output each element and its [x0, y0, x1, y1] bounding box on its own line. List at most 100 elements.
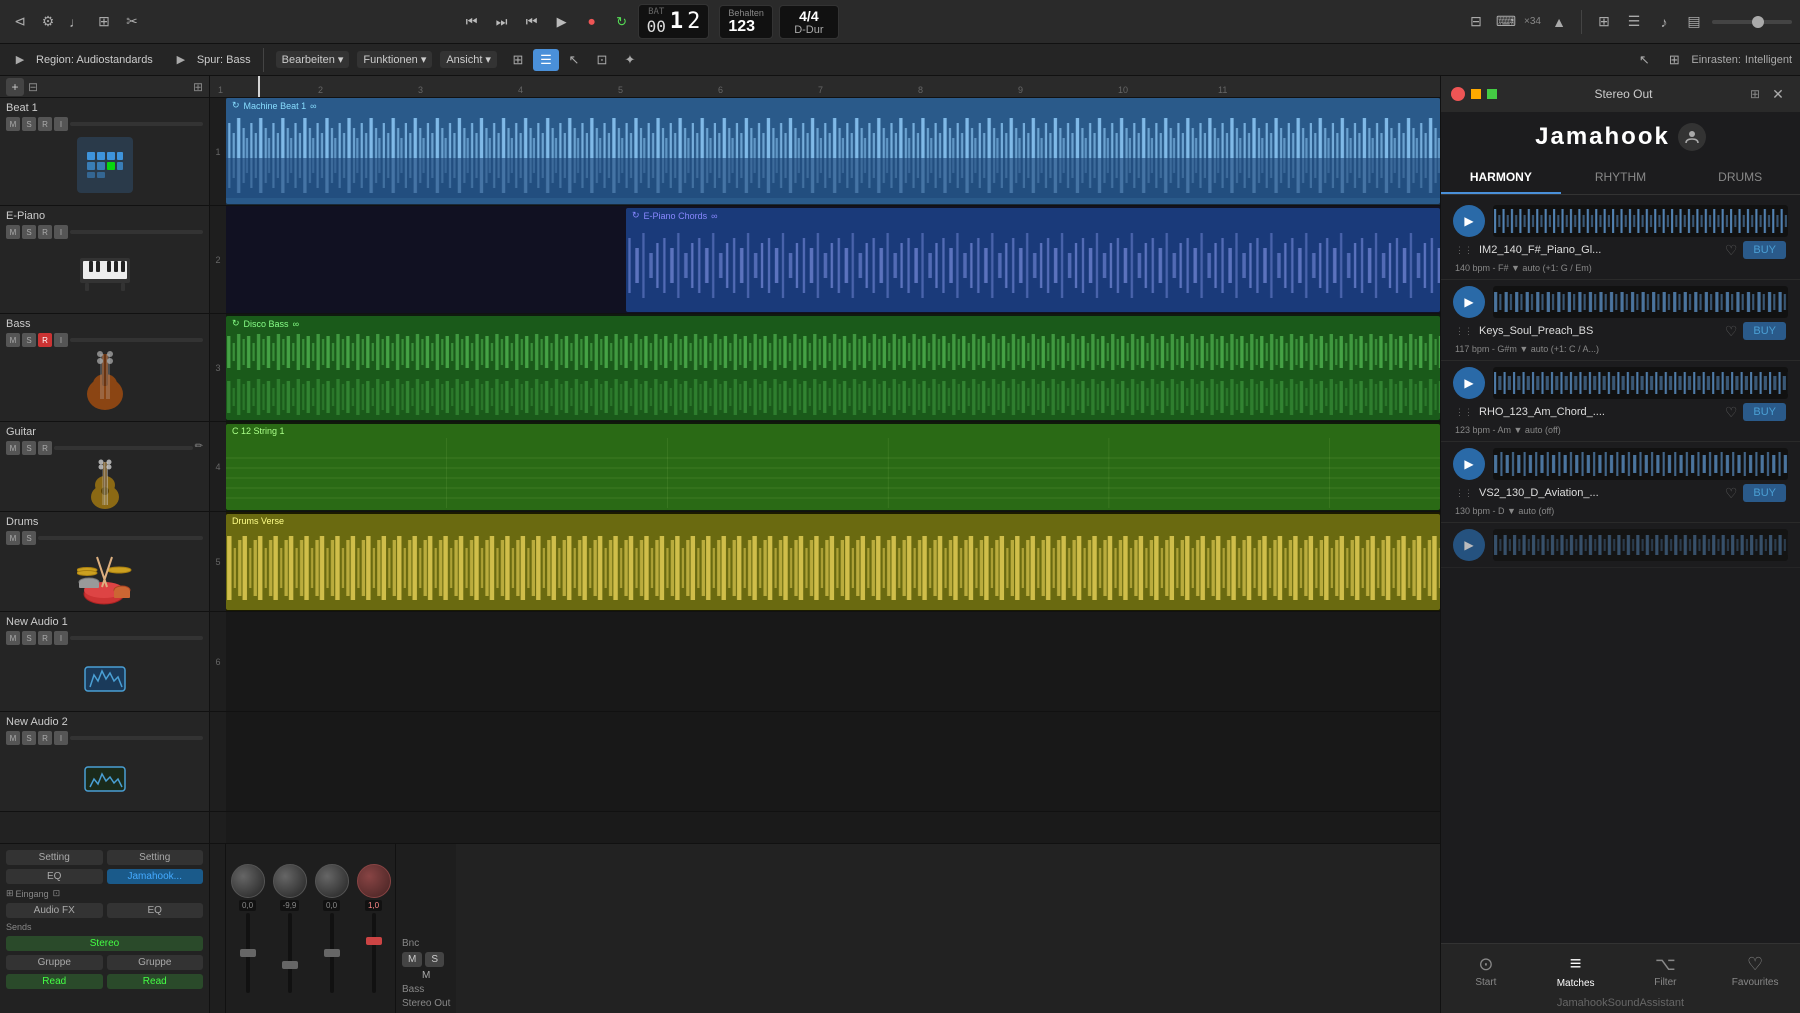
beat1-solo-btn[interactable]: S — [22, 117, 36, 131]
epiano-volume-slider[interactable] — [70, 230, 203, 234]
read-btn-2[interactable]: Read — [107, 974, 204, 989]
go-to-start-btn[interactable]: ⏮ — [518, 8, 546, 36]
guitar-rec-btn[interactable]: R — [38, 441, 52, 455]
epiano-mute-btn[interactable]: M — [6, 225, 20, 239]
eq-btn-1[interactable]: EQ — [6, 869, 103, 884]
na2-input-btn[interactable]: I — [54, 731, 68, 745]
fader-thumb-2[interactable] — [282, 961, 298, 969]
na1-rec-btn[interactable]: R — [38, 631, 52, 645]
connect-tool[interactable]: ⊡ — [589, 49, 615, 71]
settings-icon[interactable]: ⚙ — [36, 10, 60, 34]
track-view-icon[interactable]: ⊞ — [193, 80, 203, 94]
beat1-mute-btn[interactable]: M — [6, 117, 20, 131]
eq-btn-2[interactable]: EQ — [107, 903, 204, 918]
midi-icon[interactable]: ⌨ — [1494, 10, 1518, 34]
jh-close-icon[interactable]: ✕ — [1766, 82, 1790, 106]
read-btn-1[interactable]: Read — [6, 974, 103, 989]
na2-mute-btn[interactable]: M — [6, 731, 20, 745]
jh-heart-3[interactable]: ♡ — [1725, 404, 1738, 421]
pointer-tool[interactable]: ↖ — [1631, 49, 1657, 71]
mixer-icon[interactable]: ▤ — [1682, 10, 1706, 34]
jh-heart-2[interactable]: ♡ — [1725, 323, 1738, 340]
na1-solo-btn[interactable]: S — [22, 631, 36, 645]
na1-volume-slider[interactable] — [70, 636, 203, 640]
jh-buy-btn-4[interactable]: BUY — [1743, 484, 1786, 502]
track-clips-new-audio2[interactable] — [226, 712, 1440, 812]
clip-drums[interactable]: Drums Verse — [226, 514, 1440, 610]
jh-play-btn-5[interactable]: ▶ — [1453, 529, 1485, 561]
bass-volume-slider[interactable] — [70, 338, 203, 342]
jh-buy-btn-3[interactable]: BUY — [1743, 403, 1786, 421]
bottom-m-btn[interactable]: M — [402, 952, 422, 967]
guitar-pencil-icon[interactable]: ✏ — [195, 441, 203, 455]
guitar-mute-btn[interactable]: M — [6, 441, 20, 455]
grid-view-btn[interactable]: ⊞ — [505, 49, 531, 71]
fader-thumb-4[interactable] — [366, 937, 382, 945]
jh-tab-harmony[interactable]: HARMONY — [1441, 162, 1561, 194]
speaker-icon[interactable]: ▲ — [1547, 10, 1571, 34]
bass-solo-btn[interactable]: S — [22, 333, 36, 347]
knob-4[interactable] — [357, 864, 391, 898]
jh-heart-1[interactable]: ♡ — [1725, 242, 1738, 259]
grid-icon[interactable]: ⊞ — [1592, 10, 1616, 34]
back-icon[interactable]: ⊲ — [8, 10, 32, 34]
bearbeiten-menu[interactable]: Bearbeiten ▾ — [276, 51, 350, 68]
jh-maximize-btn[interactable] — [1487, 89, 1497, 99]
gruppe-btn-2[interactable]: Gruppe — [107, 955, 204, 970]
na2-volume-slider[interactable] — [70, 736, 203, 740]
bass-input-btn[interactable]: I — [54, 333, 68, 347]
beat1-input-btn[interactable]: I — [54, 117, 68, 131]
jh-play-btn-3[interactable]: ▶ — [1453, 367, 1485, 399]
track-clips-drums[interactable]: Drums Verse — [226, 512, 1440, 612]
jh-buy-btn-1[interactable]: BUY — [1743, 241, 1786, 259]
track-settings-icon[interactable]: ⊟ — [28, 80, 38, 94]
volume-thumb[interactable] — [1752, 16, 1764, 28]
jh-buy-btn-2[interactable]: BUY — [1743, 322, 1786, 340]
jh-play-btn-1[interactable]: ▶ — [1453, 205, 1485, 237]
fader-2[interactable] — [288, 913, 292, 993]
setting-btn-2[interactable]: Setting — [107, 850, 204, 865]
jh-user-btn[interactable] — [1678, 123, 1706, 151]
beat1-rec-btn[interactable]: R — [38, 117, 52, 131]
beat1-volume-slider[interactable] — [70, 122, 203, 126]
record-btn[interactable]: ⏺ — [578, 8, 606, 36]
fader-1[interactable] — [246, 913, 250, 993]
drums-mute-btn[interactable]: M — [6, 531, 20, 545]
track-clips-epiano[interactable]: ↻ E-Piano Chords ∞ — [226, 206, 1440, 314]
play-btn[interactable]: ▶ — [548, 8, 576, 36]
fader-thumb-3[interactable] — [324, 949, 340, 957]
list-view-btn[interactable]: ☰ — [533, 49, 559, 71]
clip-epiano[interactable]: ↻ E-Piano Chords ∞ — [626, 208, 1440, 312]
knob-1[interactable] — [231, 864, 265, 898]
fast-forward-btn[interactable]: ⏭ — [488, 8, 516, 36]
fader-4[interactable] — [372, 913, 376, 993]
jh-play-btn-4[interactable]: ▶ — [1453, 448, 1485, 480]
drums-solo-btn[interactable]: S — [22, 531, 36, 545]
guitar-volume-slider[interactable] — [54, 446, 193, 450]
scissors-icon[interactable]: ✂ — [120, 10, 144, 34]
knob-2[interactable] — [273, 864, 307, 898]
cpu-icon[interactable]: ⊞ — [92, 10, 116, 34]
jh-expand-icon[interactable]: ⊞ — [1750, 87, 1760, 101]
setting-btn-1[interactable]: Setting — [6, 850, 103, 865]
track-clips-bass[interactable]: ↻ Disco Bass ∞ — [226, 314, 1440, 422]
na1-input-btn[interactable]: I — [54, 631, 68, 645]
add-tool[interactable]: ⊞ — [1661, 49, 1687, 71]
jh-nav-filter[interactable]: ⌥ Filter — [1621, 948, 1711, 994]
clip-beat1[interactable]: ↻ Machine Beat 1 ∞ — [226, 98, 1440, 204]
region-collapse-icon[interactable]: ▶ — [8, 48, 32, 72]
piano-icon[interactable]: ♪ — [1652, 10, 1676, 34]
gruppe-btn-1[interactable]: Gruppe — [6, 955, 103, 970]
na1-mute-btn[interactable]: M — [6, 631, 20, 645]
jh-close-btn[interactable] — [1451, 87, 1465, 101]
smart-tool[interactable]: ✦ — [617, 49, 643, 71]
clip-bass[interactable]: ↻ Disco Bass ∞ — [226, 316, 1440, 420]
spur-collapse-icon[interactable]: ▶ — [169, 48, 193, 72]
tempo-display[interactable]: Behalten 123 — [719, 5, 773, 39]
fader-3[interactable] — [330, 913, 334, 993]
jh-tab-drums[interactable]: DRUMS — [1680, 162, 1800, 194]
track-clips-guitar[interactable]: C 12 String 1 — [226, 422, 1440, 512]
epiano-solo-btn[interactable]: S — [22, 225, 36, 239]
knob-3[interactable] — [315, 864, 349, 898]
loop-region-icon[interactable]: ⊟ — [1464, 10, 1488, 34]
